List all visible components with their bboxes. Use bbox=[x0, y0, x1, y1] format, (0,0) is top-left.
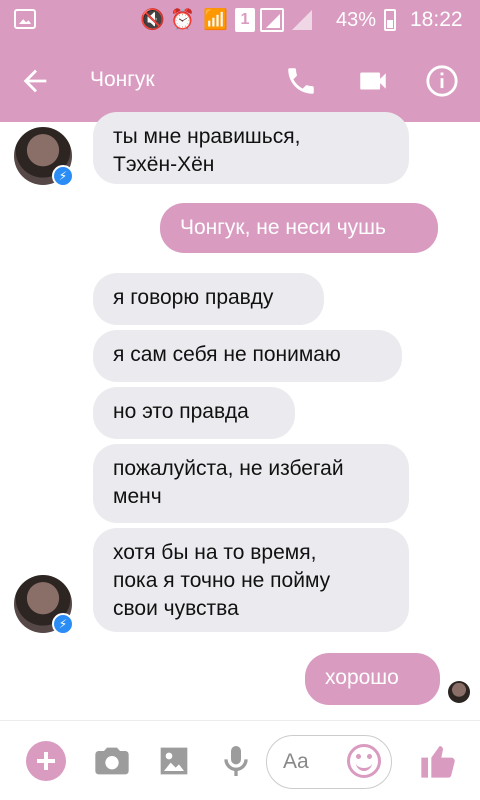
info-icon[interactable] bbox=[425, 64, 459, 98]
battery-icon bbox=[384, 9, 396, 31]
contact-name[interactable]: Чонгук bbox=[90, 68, 155, 92]
plus-icon[interactable] bbox=[26, 741, 66, 781]
image-icon[interactable] bbox=[154, 741, 194, 781]
alarm-icon: ⏰ bbox=[170, 9, 195, 31]
messenger-icon: ⚡ bbox=[52, 165, 74, 187]
clock: 18:22 bbox=[410, 8, 463, 31]
emoji-icon[interactable] bbox=[347, 744, 381, 778]
battery-percent: 43% bbox=[336, 9, 377, 31]
mute-icon: 🔇 bbox=[140, 9, 165, 31]
message-bubble[interactable]: я сам себя не понимаю bbox=[93, 330, 402, 382]
message-bubble[interactable]: хотя бы на то время, пока я точно не пой… bbox=[93, 528, 409, 632]
composer-bar: Aa bbox=[0, 720, 480, 800]
thumbs-up-icon[interactable] bbox=[418, 741, 458, 781]
signal-icon bbox=[292, 10, 312, 30]
message-bubble[interactable]: но это правда bbox=[93, 387, 295, 439]
back-arrow-icon[interactable] bbox=[18, 64, 52, 98]
video-icon[interactable] bbox=[356, 64, 390, 98]
chat-header: Чонгук bbox=[0, 40, 480, 122]
message-list[interactable]: ⚡ ты мне нравишься, Тэхён-Хён Чонгук, не… bbox=[0, 112, 480, 720]
contact-avatar[interactable]: ⚡ bbox=[14, 127, 74, 187]
message-bubble[interactable]: пожалуйста, не избегай менч bbox=[93, 444, 409, 523]
message-bubble[interactable]: хорошо bbox=[305, 653, 440, 705]
message-input[interactable]: Aa bbox=[266, 735, 392, 789]
sim-badge: 1 bbox=[235, 8, 255, 32]
status-bar: 🔇 ⏰ 📶 1 43% 18:22 bbox=[0, 0, 480, 40]
message-bubble[interactable]: Чонгук, не неси чушь bbox=[160, 203, 438, 253]
signal-icon bbox=[260, 8, 284, 32]
wifi-icon: 📶 bbox=[203, 9, 228, 31]
message-bubble[interactable]: я говорю правду bbox=[93, 273, 324, 325]
microphone-icon[interactable] bbox=[216, 741, 256, 781]
message-placeholder: Aa bbox=[283, 750, 309, 773]
contact-avatar[interactable]: ⚡ bbox=[14, 575, 74, 635]
camera-icon[interactable] bbox=[92, 741, 132, 781]
messenger-icon: ⚡ bbox=[52, 613, 74, 635]
message-bubble[interactable]: ты мне нравишься, Тэхён-Хён bbox=[93, 112, 409, 184]
seen-avatar bbox=[448, 681, 470, 703]
gallery-icon bbox=[14, 9, 36, 29]
phone-icon[interactable] bbox=[284, 64, 318, 98]
